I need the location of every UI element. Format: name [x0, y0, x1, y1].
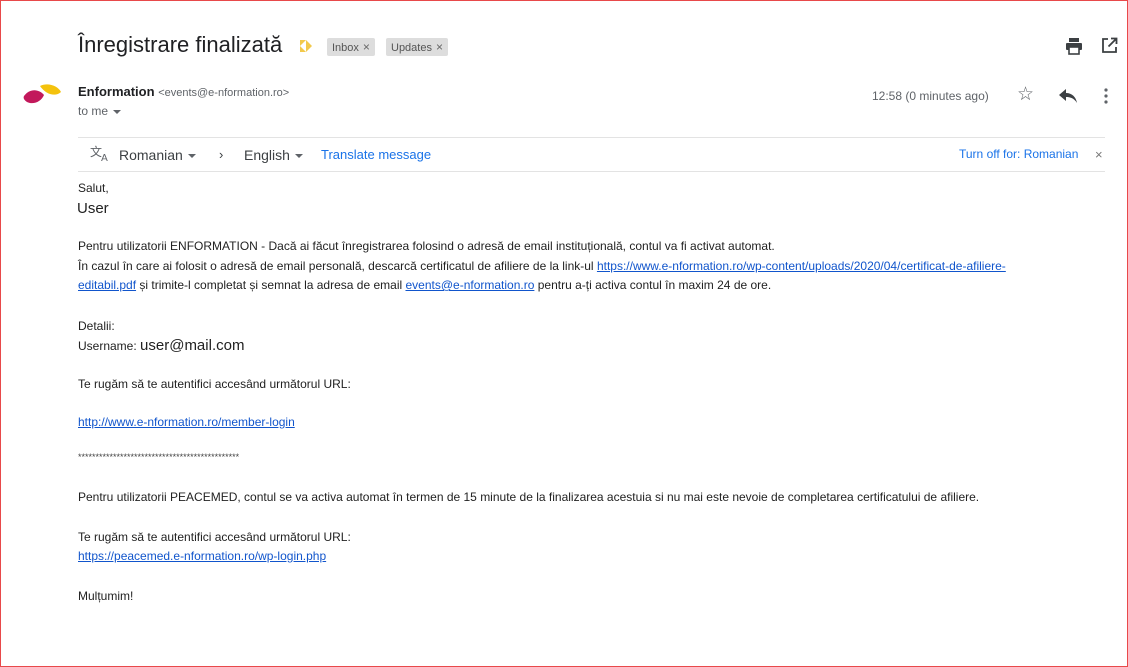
source-language-text: Romanian — [119, 147, 183, 163]
details-label: Detalii: — [78, 319, 115, 333]
target-language-select[interactable]: English — [244, 147, 303, 163]
paragraph-enformation-line2: În cazul în care ai folosit o adresă de … — [78, 259, 1006, 273]
separator-line: ****************************************… — [78, 452, 240, 462]
login-prompt-peacemed: Te rugăm să te autentifici accesând urmă… — [78, 530, 351, 544]
member-login-row: http://www.e-nformation.ro/member-login — [78, 415, 295, 429]
turn-off-translation-link[interactable]: Turn off for: Romanian — [959, 147, 1078, 161]
username-value: user@mail.com — [140, 337, 245, 354]
print-icon[interactable] — [1065, 37, 1083, 55]
username-row: Username: user@mail.com — [78, 337, 244, 354]
close-translate-bar-icon[interactable]: × — [1095, 147, 1103, 162]
paragraph-peacemed: Pentru utilizatorii PEACEMED, contul se … — [78, 490, 980, 504]
paragraph-enformation-line1: Pentru utilizatorii ENFORMATION - Dacă a… — [78, 239, 775, 253]
username-label: Username: — [78, 339, 141, 353]
open-in-new-window-icon[interactable] — [1101, 37, 1118, 54]
peacemed-login-row: https://peacemed.e-nformation.ro/wp-logi… — [78, 549, 326, 563]
certificate-link-continued[interactable]: editabil.pdf — [78, 278, 136, 292]
caret-down-icon — [187, 154, 196, 159]
line2-text: În cazul în care ai folosit o adresă de … — [78, 259, 597, 273]
events-email-link[interactable]: events@e-nformation.ro — [405, 278, 534, 292]
translate-icon: 文 A — [90, 144, 108, 162]
label-updates[interactable]: Updates × — [386, 38, 448, 56]
divider-top — [78, 137, 1105, 138]
paragraph-enformation-line3: editabil.pdf și trimite-l completat și s… — [78, 278, 771, 292]
sender-avatar-logo — [23, 84, 61, 104]
svg-text:A: A — [101, 153, 108, 162]
email-timestamp: 12:58 (0 minutes ago) — [872, 89, 989, 103]
label-updates-text: Updates — [391, 42, 432, 54]
label-inbox-text: Inbox — [332, 42, 359, 54]
email-subject: Înregistrare finalizată — [78, 32, 283, 57]
divider-translate — [78, 171, 1105, 172]
caret-down-icon — [113, 109, 122, 114]
chevron-right-icon: › — [219, 147, 224, 162]
user-name: User — [77, 200, 109, 217]
greeting: Salut, — [78, 181, 109, 195]
importance-marker-icon[interactable] — [300, 40, 312, 52]
sender-name-text: Enformation — [78, 84, 155, 99]
source-language-select[interactable]: Romanian — [119, 147, 196, 163]
sender-email: <events@e-nformation.ro> — [158, 87, 290, 99]
translate-message-link[interactable]: Translate message — [321, 147, 431, 162]
remove-label-inbox-icon[interactable]: × — [363, 40, 370, 54]
peacemed-login-link[interactable]: https://peacemed.e-nformation.ro/wp-logi… — [78, 549, 326, 563]
remove-label-updates-icon[interactable]: × — [436, 40, 443, 54]
target-language-text: English — [244, 147, 290, 163]
certificate-link[interactable]: https://www.e-nformation.ro/wp-content/u… — [597, 259, 1006, 273]
member-login-link[interactable]: http://www.e-nformation.ro/member-login — [78, 415, 295, 429]
email-view: Înregistrare finalizată Inbox × Updates × … — [0, 0, 1128, 667]
sign-off: Mulțumim! — [78, 589, 134, 603]
label-inbox[interactable]: Inbox × — [327, 38, 375, 56]
line3-suffix: pentru a-ți activa contul în maxim 24 de… — [534, 278, 772, 292]
reply-icon[interactable] — [1059, 89, 1077, 103]
more-options-icon[interactable] — [1103, 87, 1109, 105]
recipients-text: to me — [78, 104, 109, 118]
sender-name[interactable]: Enformation <events@e-nformation.ro> — [78, 84, 289, 99]
recipients-dropdown[interactable]: to me — [78, 104, 122, 118]
login-prompt: Te rugăm să te autentifici accesând urmă… — [78, 377, 351, 391]
star-icon[interactable]: ☆ — [1017, 85, 1034, 105]
caret-down-icon — [294, 154, 303, 159]
line3-text: și trimite-l completat și semnat la adre… — [136, 278, 406, 292]
